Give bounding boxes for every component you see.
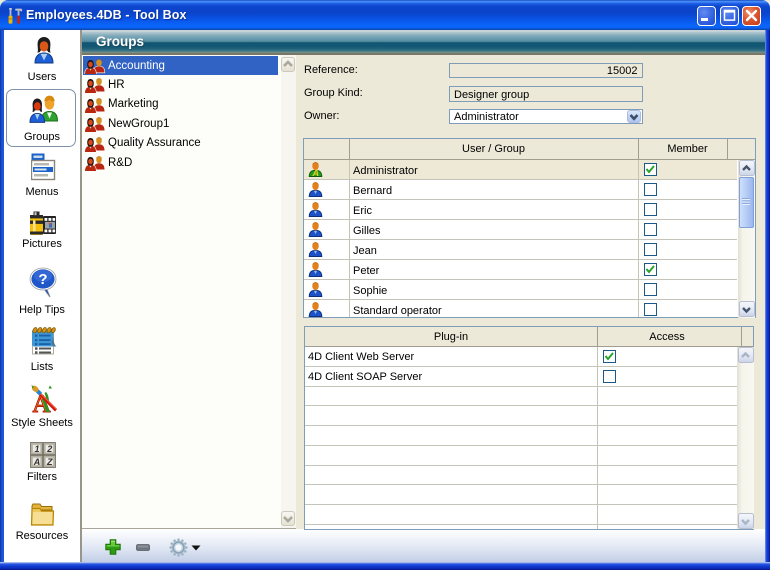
svg-text:?: ? [38,271,47,288]
svg-text:2: 2 [46,444,52,454]
svg-text:A: A [33,457,41,467]
svg-text:1: 1 [34,444,39,454]
svg-text:Z: Z [46,457,53,467]
